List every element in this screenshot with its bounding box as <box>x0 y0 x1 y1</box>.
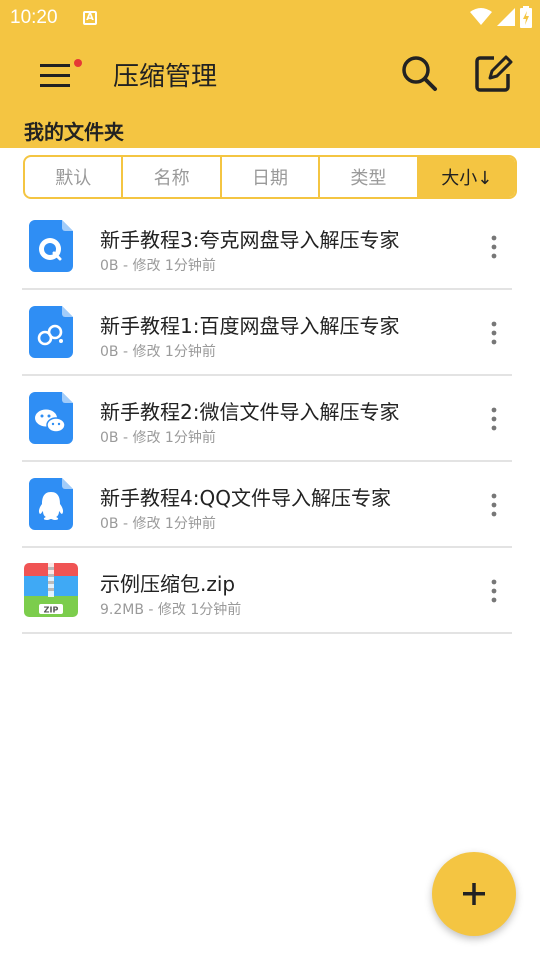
file-row[interactable]: 新手教程1:百度网盘导入解压专家 0B - 修改 1分钟前 <box>22 290 512 376</box>
signal-icon <box>497 8 515 26</box>
app-title: 压缩管理 <box>113 62 218 92</box>
add-fab-button[interactable] <box>432 852 516 936</box>
file-name: 新手教程4:QQ文件导入解压专家 <box>100 486 391 510</box>
sort-tab-type[interactable]: 类型 <box>320 157 419 197</box>
status-icons <box>470 6 532 28</box>
battery-icon <box>520 6 532 28</box>
file-meta: 0B - 修改 1分钟前 <box>100 258 216 274</box>
wifi-icon <box>470 8 492 25</box>
edit-icon <box>475 55 513 92</box>
quark-doc-icon <box>29 220 73 272</box>
file-meta: 0B - 修改 1分钟前 <box>100 344 216 360</box>
file-name: 示例压缩包.zip <box>100 572 236 596</box>
notification-a-icon: A <box>83 11 97 25</box>
file-name: 新手教程1:百度网盘导入解压专家 <box>100 314 400 338</box>
more-vert-icon[interactable] <box>486 234 502 260</box>
file-row[interactable]: ZIP 示例压缩包.zip 9.2MB - 修改 1分钟前 <box>22 548 512 634</box>
more-vert-icon[interactable] <box>486 406 502 432</box>
sort-segmented-control: 默认 名称 日期 类型 大小↓ <box>23 155 517 199</box>
plus-icon <box>463 883 485 905</box>
status-time: 10:20 <box>10 7 58 28</box>
sort-tab-default[interactable]: 默认 <box>25 157 124 197</box>
edit-button[interactable] <box>472 52 516 96</box>
svg-text:ZIP: ZIP <box>44 606 59 615</box>
hamburger-menu-icon <box>40 64 70 87</box>
screen: 10:20 A 压缩管理 我的文件夹 默认 名称 日期 类型 大小↓ 新手教程3… <box>0 0 540 960</box>
more-vert-icon[interactable] <box>486 492 502 518</box>
notification-dot <box>74 59 82 67</box>
app-bar: 压缩管理 <box>0 40 540 110</box>
qq-doc-icon <box>29 478 73 530</box>
file-name: 新手教程2:微信文件导入解压专家 <box>100 400 400 424</box>
search-icon <box>402 56 437 91</box>
file-row[interactable]: 新手教程3:夸克网盘导入解压专家 0B - 修改 1分钟前 <box>22 204 512 290</box>
file-meta: 9.2MB - 修改 1分钟前 <box>100 602 242 618</box>
folder-title: 我的文件夹 <box>24 120 124 144</box>
more-vert-icon[interactable] <box>486 578 502 604</box>
sort-tab-date[interactable]: 日期 <box>222 157 321 197</box>
search-button[interactable] <box>398 52 442 96</box>
menu-button[interactable] <box>30 56 82 94</box>
file-row[interactable]: 新手教程4:QQ文件导入解压专家 0B - 修改 1分钟前 <box>22 462 512 548</box>
header: 10:20 A 压缩管理 我的文件夹 <box>0 0 540 148</box>
file-list: 新手教程3:夸克网盘导入解压专家 0B - 修改 1分钟前 新手教程1:百度网盘… <box>0 204 540 634</box>
zip-file-icon: ZIP <box>24 563 78 617</box>
baidu-doc-icon <box>29 306 73 358</box>
sort-tab-size[interactable]: 大小↓ <box>418 157 515 197</box>
file-row[interactable]: 新手教程2:微信文件导入解压专家 0B - 修改 1分钟前 <box>22 376 512 462</box>
wechat-doc-icon <box>29 392 73 444</box>
file-name: 新手教程3:夸克网盘导入解压专家 <box>100 228 400 252</box>
more-vert-icon[interactable] <box>486 320 502 346</box>
file-meta: 0B - 修改 1分钟前 <box>100 430 216 446</box>
file-meta: 0B - 修改 1分钟前 <box>100 516 216 532</box>
sort-tab-name[interactable]: 名称 <box>123 157 222 197</box>
status-bar: 10:20 A <box>0 0 540 36</box>
